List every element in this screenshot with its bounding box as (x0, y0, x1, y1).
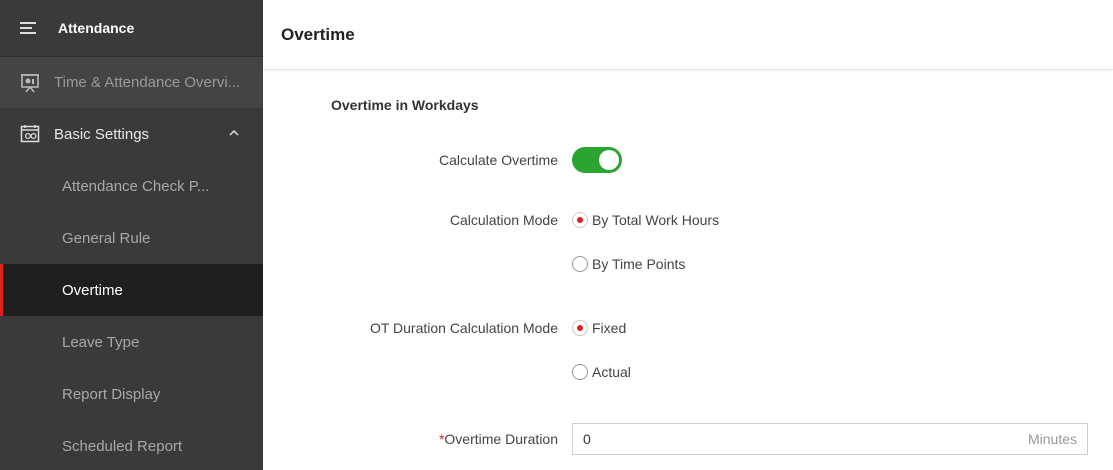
overtime-duration-row: *Overtime Duration 0 Minutes (263, 423, 1088, 455)
radio-label: Actual (592, 364, 631, 380)
input-value[interactable]: 0 (583, 431, 591, 447)
radio-label: By Total Work Hours (592, 212, 720, 228)
input-unit: Minutes (1027, 431, 1077, 447)
page-title: Overtime (281, 24, 355, 44)
radio-label: Fixed (592, 320, 627, 336)
sidebar-item-label: Attendance Check P... (62, 177, 210, 195)
main-content: Overtime Overtime in Workdays Calculate … (263, 0, 1113, 470)
ot-duration-mode-row-2: Actual (263, 364, 631, 380)
toggle-knob (599, 150, 619, 170)
menu-icon[interactable] (20, 22, 36, 34)
overtime-duration-input[interactable]: 0 Minutes (572, 423, 1088, 455)
sidebar: Attendance Time & Attendance Overvi... B… (0, 0, 263, 470)
radio-by-total-work-hours[interactable]: By Total Work Hours (572, 212, 719, 228)
radio-unchecked-icon[interactable] (572, 256, 588, 272)
overtime-duration-label: *Overtime Duration (438, 431, 558, 447)
sidebar-group-label: Basic Settings (54, 125, 150, 143)
sidebar-item-label: Overtime (62, 281, 123, 299)
presentation-icon (21, 73, 39, 92)
calculation-mode-row: Calculation Mode By Total Work Hours (263, 212, 719, 228)
sidebar-item-leave-type[interactable]: Leave Type (0, 316, 263, 368)
ot-duration-mode-label: OT Duration Calculation Mode (369, 320, 558, 336)
calculation-mode-label: Calculation Mode (449, 212, 558, 228)
radio-checked-icon[interactable] (572, 212, 588, 228)
sidebar-item-overview[interactable]: Time & Attendance Overvi... (0, 57, 263, 108)
radio-checked-icon[interactable] (572, 320, 588, 336)
sidebar-item-overtime[interactable]: Overtime (0, 264, 263, 316)
page-header: Overtime (263, 0, 1113, 70)
section-title: Overtime in Workdays (331, 97, 479, 113)
sidebar-group-basic-settings[interactable]: Basic Settings (0, 108, 263, 160)
sidebar-item-label: Leave Type (62, 333, 140, 351)
calculate-overtime-row: Calculate Overtime (263, 147, 622, 173)
radio-label: By Time Points (592, 256, 686, 272)
calculate-overtime-label: Calculate Overtime (438, 152, 558, 168)
radio-unchecked-icon[interactable] (572, 364, 588, 380)
radio-actual[interactable]: Actual (572, 364, 631, 380)
calculate-overtime-toggle[interactable] (572, 147, 622, 173)
sidebar-header[interactable]: Attendance (0, 0, 263, 57)
ot-duration-mode-row: OT Duration Calculation Mode Fixed (263, 320, 626, 336)
sidebar-item-report-display[interactable]: Report Display (0, 368, 263, 420)
chevron-up-icon[interactable] (229, 128, 239, 138)
calculation-mode-row-2: By Time Points (263, 256, 685, 272)
sidebar-item-scheduled-report[interactable]: Scheduled Report (0, 420, 263, 470)
sidebar-item-label: Report Display (62, 385, 161, 403)
sidebar-item-attendance-check-point[interactable]: Attendance Check P... (0, 160, 263, 212)
sidebar-header-label: Attendance (58, 20, 135, 36)
radio-by-time-points[interactable]: By Time Points (572, 256, 685, 272)
sidebar-item-general-rule[interactable]: General Rule (0, 212, 263, 264)
sidebar-item-label: General Rule (62, 229, 151, 247)
sidebar-item-label: Scheduled Report (62, 437, 183, 455)
radio-fixed[interactable]: Fixed (572, 320, 626, 336)
sidebar-item-label: Time & Attendance Overvi... (54, 74, 241, 91)
settings-calendar-icon (20, 125, 40, 143)
